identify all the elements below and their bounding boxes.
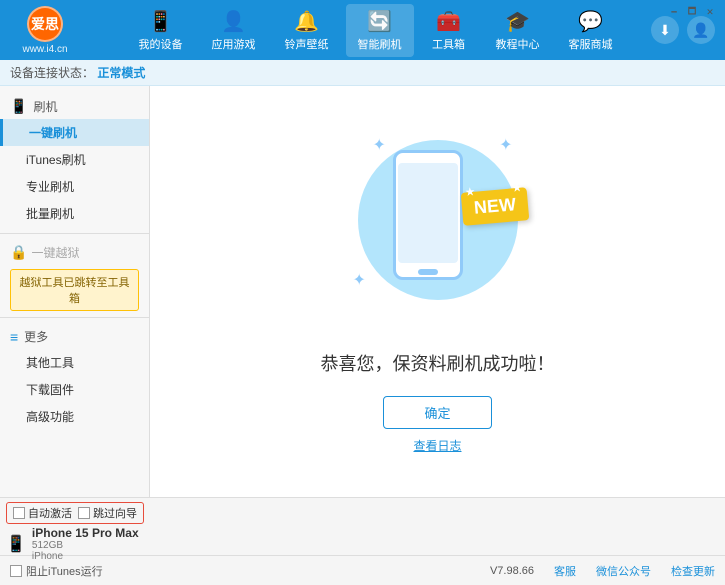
sidebar-item-download-firmware[interactable]: 下载固件 [0,376,149,403]
device-name: iPhone 15 Pro Max [32,526,139,540]
logo-icon: 爱思 [27,6,63,42]
nav-service-label: 客服商城 [569,36,613,52]
sidebar-flash-label: 刷机 [33,98,57,115]
phone-home-btn [418,269,438,275]
phone-body [393,150,463,280]
sidebar-more-header: ≡ 更多 [0,324,149,349]
nav-my-device-label: 我的设备 [139,36,183,52]
breadcrumb: 设备连接状态： 正常模式 [0,60,725,86]
sidebar-item-pro-flash[interactable]: 专业刷机 [0,173,149,200]
customer-service-link[interactable]: 客服 [554,563,576,579]
bottom-area: 自动激活 跳过向导 📱 iPhone 15 Pro Max 512GB iPho… [0,497,725,555]
checkbox-area: 自动激活 跳过向导 [0,498,725,524]
device-icon: 📱 [6,534,26,554]
logo: 爱思 www.i4.cn [10,6,80,55]
restore-icon: 🔒 [10,244,27,261]
sidebar-item-one-key-flash[interactable]: 一键刷机 [0,119,149,146]
more-section-icon: ≡ [10,329,18,345]
device-storage: 512GB [32,540,139,551]
toolbox-icon: 🧰 [436,9,461,34]
user-button[interactable]: 👤 [687,16,715,44]
nav-tutorials[interactable]: 🎓 教程中心 [484,4,552,57]
sidebar-more-label: 更多 [24,328,48,345]
sidebar-item-other-tools[interactable]: 其他工具 [0,349,149,376]
skip-guide-label: 跳过向导 [93,505,137,521]
flash-section-icon: 📱 [10,98,27,115]
success-text: 恭喜您，保资料刷机成功啦！ [321,350,555,376]
skip-guide-checkbox[interactable] [78,507,90,519]
checkbox-group: 自动激活 跳过向导 [6,502,144,524]
sidebar-divider-1 [0,233,149,234]
my-device-icon: 📱 [148,9,173,34]
breadcrumb-status: 正常模式 [97,66,145,80]
nav-ringtones[interactable]: 🔔 铃声壁纸 [273,4,341,57]
nav-toolbox-label: 工具箱 [432,36,465,52]
nav-my-device[interactable]: 📱 我的设备 [127,4,195,57]
smart-flash-icon: 🔄 [367,9,392,34]
sidebar: 📱 刷机 一键刷机 iTunes刷机 专业刷机 批量刷机 🔒 一键越狱 越狱工具… [0,86,150,497]
maximize-button[interactable]: 🗖 [685,5,699,19]
itunes-checkbox[interactable] [10,565,22,577]
sidebar-flash-header: 📱 刷机 [0,94,149,119]
sidebar-restore-notice: 越狱工具已跳转至工具箱 [10,269,139,311]
sidebar-section-more: ≡ 更多 其他工具 下载固件 高级功能 [0,324,149,430]
sparkle-3: ✦ [353,270,366,290]
tutorials-icon: 🎓 [505,9,530,34]
sidebar-restore-header: 🔒 一键越狱 [0,240,149,265]
new-badge: NEW [460,187,529,226]
itunes-control: 阻止iTunes运行 [10,563,103,579]
nav-service[interactable]: 💬 客服商城 [557,4,625,57]
confirm-button[interactable]: 确定 [383,396,491,429]
main-layout: 📱 刷机 一键刷机 iTunes刷机 专业刷机 批量刷机 🔒 一键越狱 越狱工具… [0,86,725,497]
nav-tutorials-label: 教程中心 [496,36,540,52]
minimize-button[interactable]: 🗕 [667,5,681,19]
sparkle-2: ✦ [499,135,512,155]
auto-activate-label: 自动激活 [28,505,72,521]
nav-bar: 📱 我的设备 👤 应用游戏 🔔 铃声壁纸 🔄 智能刷机 🧰 工具箱 🎓 [100,4,651,57]
header-right: ⬇ 👤 [651,16,715,44]
status-right: V7.98.66 客服 微信公众号 检查更新 [490,563,715,579]
nav-ringtones-label: 铃声壁纸 [285,36,329,52]
sidebar-item-itunes-flash[interactable]: iTunes刷机 [0,146,149,173]
logo-text: www.i4.cn [22,44,67,55]
apps-games-icon: 👤 [221,9,246,34]
wechat-link[interactable]: 微信公众号 [596,563,651,579]
device-info: iPhone 15 Pro Max 512GB iPhone [32,526,139,562]
auto-activate-checkbox-label[interactable]: 自动激活 [13,505,72,521]
sidebar-restore-label: 一键越狱 [31,244,79,261]
nav-apps-games[interactable]: 👤 应用游戏 [200,4,268,57]
header: 爱思 www.i4.cn 📱 我的设备 👤 应用游戏 🔔 铃声壁纸 🔄 智能刷机… [0,0,725,60]
window-controls: 🗕 🗖 ✕ [667,5,717,19]
phone-screen [398,163,458,263]
device-row: 📱 iPhone 15 Pro Max 512GB iPhone [0,524,725,564]
sparkle-1: ✦ [373,135,386,155]
device-type: iPhone [32,551,139,562]
breadcrumb-prefix: 设备连接状态： [10,66,94,80]
skip-guide-checkbox-label[interactable]: 跳过向导 [78,505,137,521]
nav-smart-flash[interactable]: 🔄 智能刷机 [346,4,414,57]
sidebar-divider-2 [0,317,149,318]
nav-apps-games-label: 应用游戏 [212,36,256,52]
log-link[interactable]: 查看日志 [413,437,461,454]
sidebar-item-batch-flash[interactable]: 批量刷机 [0,200,149,227]
nav-smart-flash-label: 智能刷机 [358,36,402,52]
check-update-link[interactable]: 检查更新 [671,563,715,579]
sidebar-section-flash: 📱 刷机 一键刷机 iTunes刷机 专业刷机 批量刷机 [0,94,149,227]
phone-image [393,150,463,280]
success-illustration: ✦ ✦ ✦ NEW [348,130,528,330]
sidebar-item-advanced[interactable]: 高级功能 [0,403,149,430]
auto-activate-checkbox[interactable] [13,507,25,519]
sidebar-section-restore: 🔒 一键越狱 越狱工具已跳转至工具箱 [0,240,149,311]
itunes-label: 阻止iTunes运行 [26,563,103,579]
ringtones-icon: 🔔 [294,9,319,34]
service-icon: 💬 [578,9,603,34]
download-button[interactable]: ⬇ [651,16,679,44]
nav-toolbox[interactable]: 🧰 工具箱 [419,4,479,57]
close-button[interactable]: ✕ [703,5,717,19]
main-content: ✦ ✦ ✦ NEW 恭喜您，保资料刷机成功啦！ 确定 查看日志 [150,86,725,497]
version-label: V7.98.66 [490,565,534,577]
